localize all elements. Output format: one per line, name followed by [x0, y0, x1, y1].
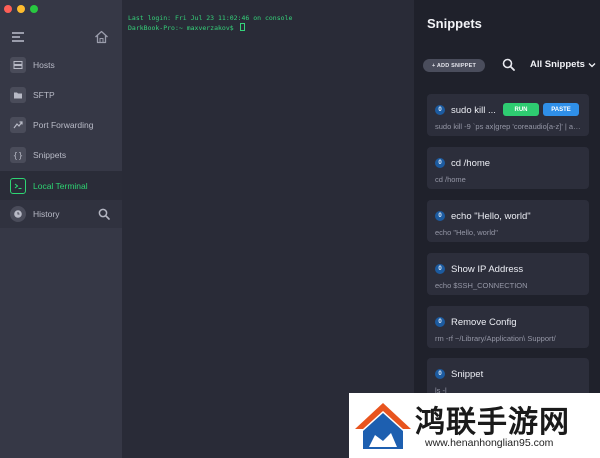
snippet-title: sudo kill ... — [451, 105, 496, 116]
snippet-title: Snippet — [451, 369, 484, 380]
sidebar-item-sftp[interactable]: SFTP — [0, 80, 122, 110]
watermark: 鸿联手游网 www.henanhonglian95.com — [349, 393, 600, 458]
port-forwarding-icon — [10, 117, 26, 133]
snippet-title: echo "Hello, world" — [451, 211, 531, 222]
snippet-badge: 0 — [435, 369, 445, 379]
terminal-login-line: Last login: Fri Jul 23 11:02:46 on conso… — [128, 14, 293, 22]
snippet-card[interactable]: 0 Show IP Address echo $SSH_CONNECTION — [427, 253, 589, 295]
hosts-icon — [10, 57, 26, 73]
snippet-command: echo $SSH_CONNECTION — [435, 281, 528, 290]
snippet-command: echo "Hello, world" — [435, 228, 498, 237]
snippet-badge: 0 — [435, 158, 445, 168]
history-search-icon[interactable] — [98, 208, 110, 220]
sidebar-item-label: Hosts — [33, 60, 55, 70]
sidebar-item-history[interactable]: History — [0, 200, 122, 228]
sidebar-item-snippets[interactable]: {} Snippets — [0, 140, 122, 170]
panel-title: Snippets — [427, 16, 482, 31]
watermark-logo-icon — [355, 403, 411, 449]
watermark-url: www.henanhonglian95.com — [425, 437, 554, 449]
terminal-cursor — [239, 23, 245, 31]
snippet-card[interactable]: 0 Remove Config rm -rf ~/Library/Applica… — [427, 306, 589, 348]
braces-icon: {} — [10, 147, 26, 163]
snippet-card[interactable]: 0 sudo kill ... RUN PASTE sudo kill -9 `… — [427, 94, 589, 136]
sidebar-item-hosts[interactable]: Hosts — [0, 50, 122, 80]
snippets-panel: Snippets + ADD SNIPPET All Snippets 0 su… — [414, 0, 600, 458]
close-window-button[interactable] — [4, 5, 12, 13]
snippet-title: Show IP Address — [451, 264, 524, 275]
clock-icon — [10, 206, 26, 222]
sidebar-item-label: Port Forwarding — [33, 120, 94, 130]
terminal-prompt: DarkBook-Pro:~ maxverzakov$ — [128, 24, 238, 32]
search-icon[interactable] — [502, 58, 515, 71]
hamburger-menu-icon[interactable] — [12, 32, 24, 42]
snippet-card[interactable]: 0 cd /home cd /home — [427, 147, 589, 189]
add-snippet-button[interactable]: + ADD SNIPPET — [423, 59, 485, 72]
sidebar-item-label: SFTP — [33, 90, 55, 100]
sidebar-header — [0, 30, 122, 46]
snippet-command: cd /home — [435, 175, 466, 184]
run-button[interactable]: RUN — [503, 103, 539, 116]
terminal-area[interactable]: Last login: Fri Jul 23 11:02:46 on conso… — [122, 0, 414, 458]
sidebar-item-label: Local Terminal — [33, 181, 88, 191]
filter-label: All Snippets — [530, 59, 585, 70]
terminal-icon — [10, 178, 26, 194]
snippet-badge: 0 — [435, 211, 445, 221]
minimize-window-button[interactable] — [17, 5, 25, 13]
snippet-card[interactable]: 0 echo "Hello, world" echo "Hello, world… — [427, 200, 589, 242]
snippet-command: rm -rf ~/Library/Application\ Support/ — [435, 334, 556, 343]
snippet-badge: 0 — [435, 105, 445, 115]
chevron-down-icon — [588, 62, 596, 67]
watermark-text: 鸿联手游网 — [415, 405, 570, 440]
zoom-window-button[interactable] — [30, 5, 38, 13]
snippet-filter-dropdown[interactable]: All Snippets — [530, 59, 596, 70]
sidebar-item-label: History — [33, 209, 60, 219]
home-icon[interactable] — [94, 30, 109, 44]
snippet-title: cd /home — [451, 158, 491, 169]
sidebar-item-local-terminal[interactable]: Local Terminal — [0, 171, 122, 201]
sidebar: Hosts SFTP Port Forwarding {} Snippets L… — [0, 0, 122, 458]
folder-icon — [10, 87, 26, 103]
snippet-title: Remove Config — [451, 317, 517, 328]
terminal-prompt-line: DarkBook-Pro:~ maxverzakov$ — [128, 23, 245, 32]
snippet-badge: 0 — [435, 317, 445, 327]
sidebar-item-label: Snippets — [33, 150, 67, 160]
paste-button[interactable]: PASTE — [543, 103, 579, 116]
snippet-badge: 0 — [435, 264, 445, 274]
snippet-command: sudo kill -9 `ps ax|grep 'coreaudio[a-z]… — [435, 122, 585, 131]
window-controls — [4, 5, 38, 13]
sidebar-item-port-forwarding[interactable]: Port Forwarding — [0, 110, 122, 140]
